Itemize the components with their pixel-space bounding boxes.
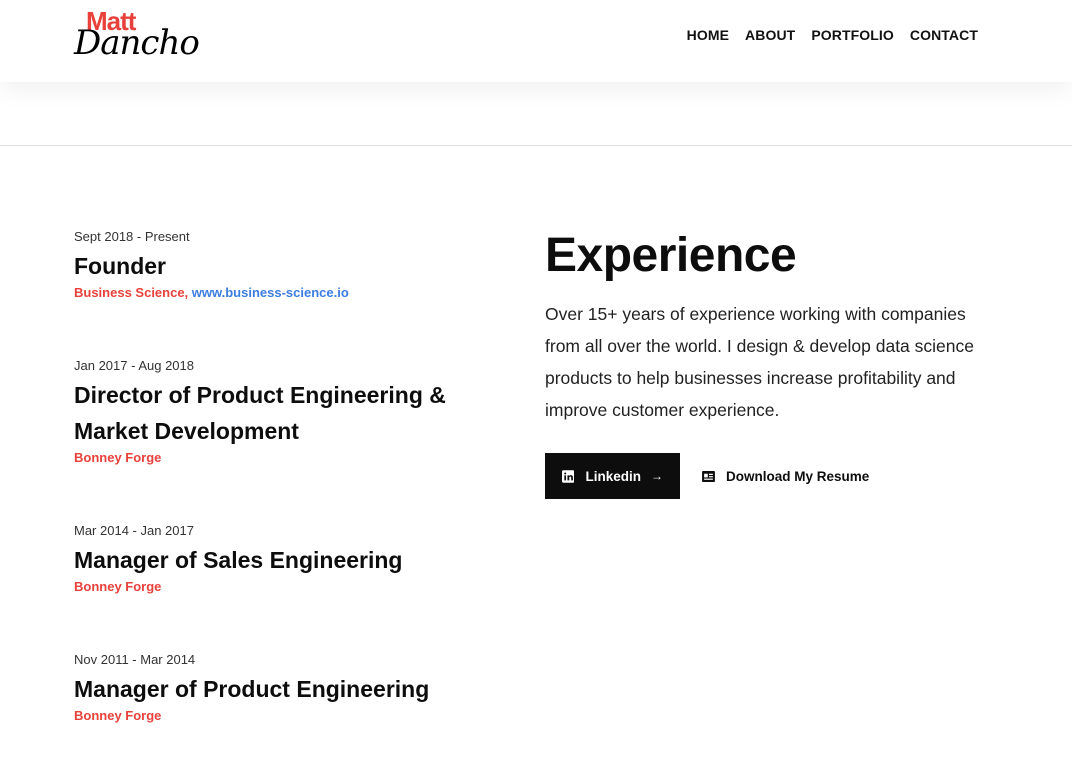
job-company: Bonney Forge (74, 579, 162, 594)
job-dates: Sept 2018 - Present (74, 229, 190, 244)
job-title-line: Director of Product Engineering & (74, 382, 446, 408)
document-icon (702, 470, 715, 482)
timeline-item: Jan 2017 - Aug 2018 Director of Product … (74, 358, 494, 466)
job-title: Manager of Product Engineering (74, 676, 430, 702)
job-title: Director of Product Engineering & Market… (74, 377, 494, 449)
site-logo[interactable]: Matt Dancho (74, 8, 200, 70)
section-title: Experience (545, 229, 797, 282)
job-dates: Jan 2017 - Aug 2018 (74, 358, 194, 373)
job-title: Founder (74, 253, 166, 279)
header-spacer-band (0, 82, 1072, 146)
timeline-item: Nov 2011 - Mar 2014 Manager of Product E… (74, 652, 494, 724)
job-title: Manager of Sales Engineering (74, 547, 403, 573)
job-company: Bonney Forge (74, 450, 162, 465)
experience-intro: Experience Over 15+ years of experience … (545, 226, 990, 426)
site-header: Matt Dancho HOME ABOUT PORTFOLIO CONTACT (0, 0, 1072, 82)
linkedin-icon (562, 469, 575, 483)
timeline-item: Mar 2014 - Jan 2017 Manager of Sales Eng… (74, 523, 494, 595)
job-title-line: Market Development (74, 418, 299, 444)
nav-home[interactable]: HOME (687, 27, 729, 43)
action-buttons: Linkedin → Download My Resume (545, 453, 869, 499)
job-company: Bonney Forge (74, 708, 162, 723)
main-nav: HOME ABOUT PORTFOLIO CONTACT (687, 27, 978, 43)
page: Matt Dancho HOME ABOUT PORTFOLIO CONTACT… (0, 0, 1072, 770)
download-resume-button[interactable]: Download My Resume (702, 453, 869, 499)
linkedin-button[interactable]: Linkedin → (545, 453, 680, 499)
company-name: Business Science, (74, 285, 192, 300)
job-company: Business Science, www.business-science.i… (74, 285, 494, 301)
logo-last-name: Dancho (74, 23, 200, 63)
nav-contact[interactable]: CONTACT (910, 27, 978, 43)
timeline-item: Sept 2018 - Present Founder Business Sci… (74, 229, 494, 301)
company-website-link[interactable]: www.business-science.io (192, 285, 349, 300)
nav-about[interactable]: ABOUT (745, 27, 795, 43)
download-resume-label: Download My Resume (726, 468, 870, 484)
nav-portfolio[interactable]: PORTFOLIO (811, 27, 894, 43)
job-dates: Mar 2014 - Jan 2017 (74, 523, 194, 538)
arrow-right-icon: → (651, 469, 663, 483)
linkedin-button-label: Linkedin (585, 468, 641, 484)
section-description: Over 15+ years of experience working wit… (545, 304, 974, 420)
job-dates: Nov 2011 - Mar 2014 (74, 652, 196, 667)
